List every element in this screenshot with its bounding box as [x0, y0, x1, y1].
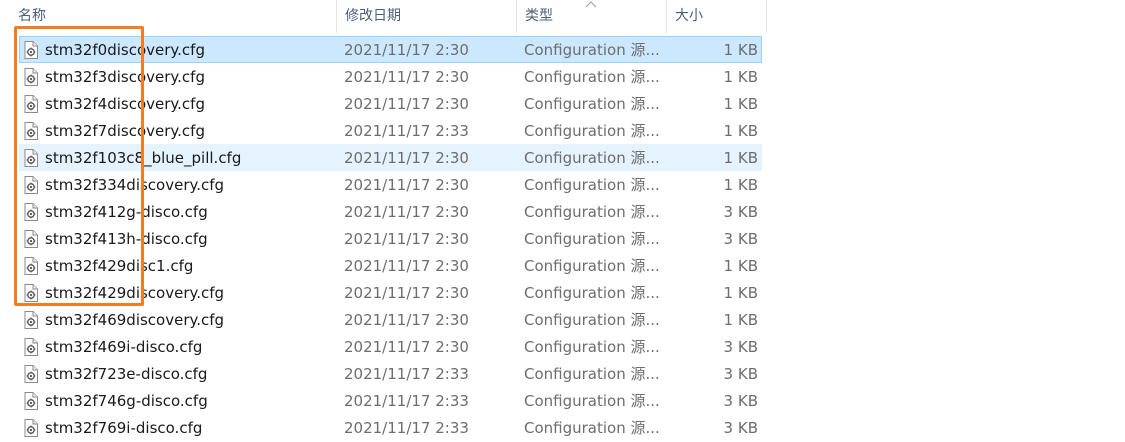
config-file-icon	[24, 311, 38, 329]
config-file-icon	[24, 41, 38, 59]
file-type: Configuration 源...	[524, 230, 660, 248]
file-date-modified: 2021/11/17 2:30	[344, 311, 469, 329]
file-type: Configuration 源...	[524, 41, 660, 59]
file-size: 3 KB	[723, 365, 758, 383]
file-size: 1 KB	[723, 95, 758, 113]
file-row[interactable]: stm32f429discovery.cfg 2021/11/17 2:30 C…	[19, 279, 762, 306]
file-type: Configuration 源...	[524, 365, 660, 383]
file-date-modified: 2021/11/17 2:33	[344, 365, 469, 383]
config-file-icon	[24, 392, 38, 410]
file-row[interactable]: stm32f412g-disco.cfg 2021/11/17 2:30 Con…	[19, 198, 762, 225]
file-size: 1 KB	[723, 284, 758, 302]
file-name: stm32f429disc1.cfg	[45, 257, 194, 275]
file-row[interactable]: stm32f0discovery.cfg 2021/11/17 2:30 Con…	[19, 36, 762, 63]
file-size: 3 KB	[723, 230, 758, 248]
config-file-icon	[24, 365, 38, 383]
config-file-icon	[24, 203, 38, 221]
file-date-modified: 2021/11/17 2:30	[344, 338, 469, 356]
config-file-icon	[24, 257, 38, 275]
file-date-modified: 2021/11/17 2:30	[344, 95, 469, 113]
file-name: stm32f4discovery.cfg	[45, 95, 205, 113]
file-type: Configuration 源...	[524, 95, 660, 113]
file-name: stm32f334discovery.cfg	[45, 176, 225, 194]
file-type: Configuration 源...	[524, 68, 660, 86]
sort-ascending-chevron-icon	[585, 1, 597, 8]
config-file-icon	[24, 122, 38, 140]
file-date-modified: 2021/11/17 2:30	[344, 203, 469, 221]
file-type: Configuration 源...	[524, 392, 660, 410]
file-name: stm32f723e-disco.cfg	[45, 365, 208, 383]
file-type: Configuration 源...	[524, 311, 660, 329]
file-name: stm32f412g-disco.cfg	[45, 203, 208, 221]
file-row[interactable]: stm32f4discovery.cfg 2021/11/17 2:30 Con…	[19, 90, 762, 117]
file-date-modified: 2021/11/17 2:30	[344, 41, 469, 59]
file-row[interactable]: stm32f469i-disco.cfg 2021/11/17 2:30 Con…	[19, 333, 762, 360]
file-date-modified: 2021/11/17 2:30	[344, 284, 469, 302]
file-name: stm32f7discovery.cfg	[45, 122, 205, 140]
file-date-modified: 2021/11/17 2:33	[344, 122, 469, 140]
config-file-icon	[24, 284, 38, 302]
file-name: stm32f3discovery.cfg	[45, 68, 205, 86]
file-name: stm32f769i-disco.cfg	[45, 419, 203, 437]
file-size: 3 KB	[723, 392, 758, 410]
file-row[interactable]: stm32f103c8_blue_pill.cfg 2021/11/17 2:3…	[19, 144, 762, 171]
file-type: Configuration 源...	[524, 257, 660, 275]
file-date-modified: 2021/11/17 2:30	[344, 257, 469, 275]
file-date-modified: 2021/11/17 2:30	[344, 230, 469, 248]
file-name: stm32f413h-disco.cfg	[45, 230, 208, 248]
config-file-icon	[24, 176, 38, 194]
config-file-icon	[24, 68, 38, 86]
file-name: stm32f469i-disco.cfg	[45, 338, 203, 356]
file-row[interactable]: stm32f7discovery.cfg 2021/11/17 2:33 Con…	[19, 117, 762, 144]
file-date-modified: 2021/11/17 2:30	[344, 149, 469, 167]
config-file-icon	[24, 149, 38, 167]
file-size: 1 KB	[723, 311, 758, 329]
config-file-icon	[24, 95, 38, 113]
file-row[interactable]: stm32f469discovery.cfg 2021/11/17 2:30 C…	[19, 306, 762, 333]
file-type: Configuration 源...	[524, 284, 660, 302]
file-name: stm32f103c8_blue_pill.cfg	[45, 149, 242, 167]
file-type: Configuration 源...	[524, 203, 660, 221]
file-row[interactable]: stm32f3discovery.cfg 2021/11/17 2:30 Con…	[19, 63, 762, 90]
file-list: stm32f0discovery.cfg 2021/11/17 2:30 Con…	[19, 36, 762, 441]
file-row[interactable]: stm32f746g-disco.cfg 2021/11/17 2:33 Con…	[19, 387, 762, 414]
file-size: 3 KB	[723, 338, 758, 356]
file-row[interactable]: stm32f429disc1.cfg 2021/11/17 2:30 Confi…	[19, 252, 762, 279]
file-date-modified: 2021/11/17 2:30	[344, 68, 469, 86]
column-header-bar: 名称 修改日期 类型 大小	[0, 0, 768, 33]
file-type: Configuration 源...	[524, 122, 660, 140]
file-date-modified: 2021/11/17 2:33	[344, 419, 469, 437]
file-size: 3 KB	[723, 419, 758, 437]
file-name: stm32f746g-disco.cfg	[45, 392, 208, 410]
file-date-modified: 2021/11/17 2:33	[344, 392, 469, 410]
file-size: 1 KB	[723, 176, 758, 194]
file-row[interactable]: stm32f723e-disco.cfg 2021/11/17 2:33 Con…	[19, 360, 762, 387]
file-size: 3 KB	[723, 203, 758, 221]
config-file-icon	[24, 419, 38, 437]
file-name: stm32f469discovery.cfg	[45, 311, 225, 329]
file-name: stm32f0discovery.cfg	[45, 41, 205, 59]
column-header-size[interactable]: 大小	[667, 0, 767, 33]
column-header-name[interactable]: 名称	[10, 0, 337, 33]
file-type: Configuration 源...	[524, 149, 660, 167]
file-name: stm32f429discovery.cfg	[45, 284, 225, 302]
config-file-icon	[24, 230, 38, 248]
file-type: Configuration 源...	[524, 419, 660, 437]
file-type: Configuration 源...	[524, 338, 660, 356]
file-row[interactable]: stm32f413h-disco.cfg 2021/11/17 2:30 Con…	[19, 225, 762, 252]
file-size: 1 KB	[723, 41, 758, 59]
file-date-modified: 2021/11/17 2:30	[344, 176, 469, 194]
config-file-icon	[24, 338, 38, 356]
file-size: 1 KB	[723, 122, 758, 140]
file-row[interactable]: stm32f334discovery.cfg 2021/11/17 2:30 C…	[19, 171, 762, 198]
file-size: 1 KB	[723, 149, 758, 167]
file-type: Configuration 源...	[524, 176, 660, 194]
file-size: 1 KB	[723, 68, 758, 86]
file-row[interactable]: stm32f769i-disco.cfg 2021/11/17 2:33 Con…	[19, 414, 762, 441]
file-size: 1 KB	[723, 257, 758, 275]
column-header-date-modified[interactable]: 修改日期	[337, 0, 517, 33]
